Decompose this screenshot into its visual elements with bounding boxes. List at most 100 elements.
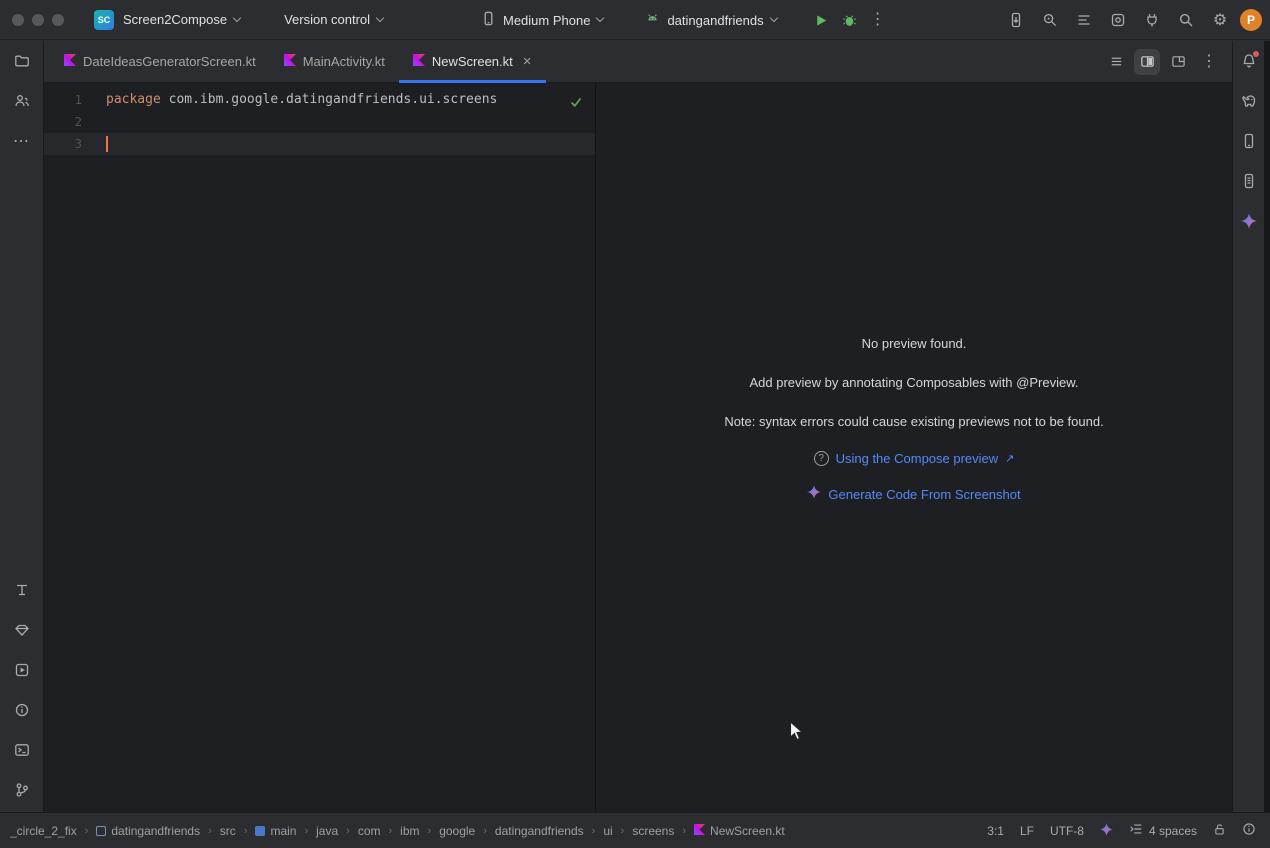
line-separator-widget[interactable]: LF — [1020, 824, 1034, 838]
kebab-icon: ⋮ — [870, 12, 886, 28]
settings-button[interactable]: ⚙ — [1206, 6, 1234, 34]
generate-code-from-screenshot-link[interactable]: Generate Code From Screenshot — [828, 487, 1020, 502]
device-selector-label: Medium Phone — [503, 13, 590, 28]
more-tool-windows-button[interactable]: ⋯ — [8, 127, 36, 155]
run-configuration-selector[interactable]: datingandfriends — [636, 5, 785, 35]
code-view-button[interactable] — [1103, 49, 1129, 75]
caret-position-widget[interactable]: 3:1 — [987, 824, 1004, 838]
breadcrumb-item[interactable]: _circle_2_fix — [10, 824, 77, 838]
breadcrumb-separator: › — [592, 825, 596, 837]
close-tab-icon[interactable]: × — [523, 54, 532, 69]
app-inspection-button[interactable] — [1104, 6, 1132, 34]
gem-icon — [14, 622, 30, 638]
commit-toolwindow-button[interactable] — [8, 87, 36, 115]
device-selector[interactable]: Medium Phone — [472, 5, 612, 35]
write-access-button[interactable] — [1213, 823, 1226, 839]
find-button[interactable] — [1036, 6, 1064, 34]
zoom-window-button[interactable] — [52, 14, 64, 26]
indent-widget[interactable]: 4 spaces — [1129, 822, 1197, 839]
breadcrumb-item[interactable]: ui — [603, 824, 612, 838]
project-selector[interactable]: Screen2Compose — [114, 6, 249, 33]
tab-dateideasgeneratorscreen[interactable]: DateIdeasGeneratorScreen.kt — [50, 41, 270, 82]
more-run-options-button[interactable]: ⋮ — [864, 6, 892, 34]
run-button[interactable] — [808, 6, 836, 34]
running-devices-toolwindow-button[interactable] — [8, 656, 36, 684]
minimize-window-button[interactable] — [32, 14, 44, 26]
android-studio-window: SC Screen2Compose Version control Medium… — [0, 0, 1270, 848]
window-controls — [0, 14, 80, 26]
breadcrumb-item[interactable]: com — [358, 824, 381, 838]
project-toolwindow-button[interactable] — [8, 47, 36, 75]
encoding-widget[interactable]: UTF-8 — [1050, 824, 1084, 838]
preview-message: Add preview by annotating Composables wi… — [750, 375, 1079, 390]
notifications-button[interactable] — [1235, 47, 1263, 75]
line-number[interactable]: 1 — [44, 89, 96, 111]
code-line-active[interactable]: 3 — [44, 133, 595, 155]
search-everywhere-button[interactable] — [1172, 6, 1200, 34]
breadcrumb-item[interactable]: screens — [632, 824, 674, 838]
version-control-menu[interactable]: Version control — [275, 6, 392, 33]
keyword-token: package — [106, 89, 161, 111]
terminal-toolwindow-button[interactable] — [8, 736, 36, 764]
problems-toolwindow-button[interactable] — [8, 696, 36, 724]
close-window-button[interactable] — [12, 14, 24, 26]
breadcrumb-separator: › — [682, 825, 686, 837]
ui-check-toolwindow-button[interactable] — [8, 576, 36, 604]
app-inspection-icon — [1110, 12, 1126, 28]
gradle-toolwindow-button[interactable] — [1235, 87, 1263, 115]
gemini-star-icon — [807, 485, 821, 504]
tab-mainactivity[interactable]: MainActivity.kt — [270, 41, 399, 82]
inspections-status-button[interactable] — [565, 91, 587, 113]
preview-message: No preview found. — [862, 336, 967, 351]
status-info-button[interactable] — [1242, 822, 1256, 839]
plugin-button[interactable] — [1138, 6, 1166, 34]
editor-split: 1 package com.ibm.google.datingandfriend… — [44, 83, 1232, 812]
preview-message: Note: syntax errors could cause existing… — [724, 414, 1103, 429]
left-toolwindow-bar: ⋯ — [0, 41, 44, 812]
avatar[interactable]: P — [1240, 9, 1262, 31]
debug-button[interactable] — [836, 6, 864, 34]
breadcrumb-item[interactable]: datingandfriends — [96, 824, 200, 838]
tab-options-button[interactable]: ⋮ — [1196, 49, 1222, 75]
design-view-icon — [1171, 54, 1186, 69]
split-view-button[interactable] — [1134, 49, 1160, 75]
breadcrumb-item-file[interactable]: NewScreen.kt — [694, 824, 785, 838]
device-mirroring-button[interactable] — [1002, 6, 1030, 34]
breadcrumb-item[interactable]: main — [255, 824, 296, 838]
editor-tab-bar: DateIdeasGeneratorScreen.kt MainActivity… — [44, 41, 1232, 83]
line-number[interactable]: 3 — [44, 133, 96, 155]
breadcrumb-item[interactable]: datingandfriends — [495, 824, 584, 838]
window-right-edge — [1264, 41, 1270, 812]
breadcrumb-item[interactable]: src — [220, 824, 236, 838]
device-explorer-toolwindow-button[interactable] — [1235, 167, 1263, 195]
code-editor[interactable]: 1 package com.ibm.google.datingandfriend… — [44, 83, 596, 812]
gemini-toolwindow-button[interactable] — [1235, 207, 1263, 235]
design-view-button[interactable] — [1165, 49, 1191, 75]
gemini-status-button[interactable] — [1100, 823, 1113, 839]
editor-area: DateIdeasGeneratorScreen.kt MainActivity… — [44, 41, 1232, 812]
line-number[interactable]: 2 — [44, 111, 96, 133]
logcat-button[interactable] — [1070, 6, 1098, 34]
resource-manager-toolwindow-button[interactable] — [8, 616, 36, 644]
breadcrumb-item[interactable]: google — [439, 824, 475, 838]
main-area: ⋯ — [0, 41, 1270, 812]
phone-icon — [1241, 133, 1257, 149]
chevron-down-icon — [376, 13, 384, 21]
breadcrumb-separator: › — [483, 825, 487, 837]
code-line[interactable]: 2 — [44, 111, 595, 133]
kotlin-file-icon — [413, 54, 425, 69]
device-manager-toolwindow-button[interactable] — [1235, 127, 1263, 155]
breadcrumb-item[interactable]: ibm — [400, 824, 419, 838]
terminal-icon — [14, 742, 30, 758]
version-control-toolwindow-button[interactable] — [8, 776, 36, 804]
tab-newscreen[interactable]: NewScreen.kt × — [399, 41, 546, 82]
run-config-label: datingandfriends — [667, 13, 763, 28]
code-line[interactable]: 1 package com.ibm.google.datingandfriend… — [44, 89, 595, 111]
find-magnifier-icon — [1042, 12, 1058, 28]
phone-files-icon — [1241, 173, 1257, 189]
breadcrumb-item[interactable]: java — [316, 824, 338, 838]
chevron-down-icon — [596, 14, 604, 22]
bug-icon — [842, 13, 857, 28]
compose-preview-help-link[interactable]: Using the Compose preview — [836, 451, 999, 466]
version-control-label: Version control — [284, 12, 370, 27]
